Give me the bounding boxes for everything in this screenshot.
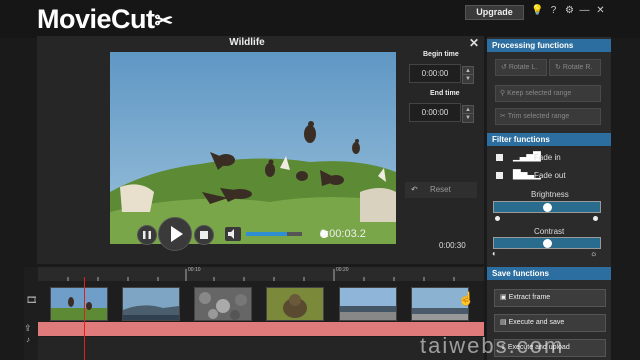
cursor-hand-icon: ☝ <box>458 291 475 306</box>
reset-label: Reset <box>429 185 451 194</box>
minimize-icon[interactable]: — <box>578 4 591 17</box>
extract-frame-label: Extract frame <box>508 294 551 301</box>
end-time-down[interactable]: ▼ <box>462 113 474 123</box>
upload-track-icon: ⇪ <box>24 323 32 333</box>
volume-icon[interactable] <box>225 227 241 241</box>
film-icon: 🎞 <box>26 295 38 305</box>
rotate-left-label: Rotate L. <box>508 64 538 71</box>
brightness-slider[interactable] <box>493 201 601 213</box>
contrast-low-icon: ◐ <box>492 249 497 258</box>
video-title: Wildlife <box>229 37 265 48</box>
thumbnail-5[interactable] <box>339 287 397 321</box>
fade-out-checkbox[interactable] <box>496 172 503 179</box>
begin-time-down[interactable]: ▼ <box>462 74 474 84</box>
rotate-left-icon: ↺ <box>501 64 507 71</box>
gear-icon[interactable]: ⚙ <box>563 4 576 17</box>
thumbnail-1[interactable] <box>50 287 108 321</box>
trim-selected-button[interactable]: ✂ Trim selected range <box>495 108 601 125</box>
brightness-low-icon <box>495 216 500 221</box>
contrast-knob[interactable] <box>543 239 552 248</box>
pause-icon <box>143 231 151 239</box>
extra-track <box>38 337 484 360</box>
fade-out-label: Fade out <box>534 171 566 180</box>
save-icon: ▤ <box>500 319 507 326</box>
audio-track[interactable] <box>38 322 484 336</box>
execute-save-label: Execute and save <box>508 319 565 326</box>
audio-icon: ♪ <box>26 335 30 344</box>
fade-in-checkbox[interactable] <box>496 154 503 161</box>
reset-button[interactable]: ↶ Reset <box>405 182 477 198</box>
reset-icon: ↶ <box>411 185 418 194</box>
help-icon[interactable]: ? <box>547 4 560 17</box>
brightness-knob[interactable] <box>543 203 552 212</box>
rotate-left-button[interactable]: ↺ Rotate L. <box>495 59 547 76</box>
begin-time-input[interactable]: 0:00:00 <box>409 64 461 83</box>
brightness-high-icon <box>593 216 598 221</box>
preview-panel: Wildlife ✕ Begin time 0:00:00 ▲ ▼ End ti… <box>37 36 484 264</box>
end-time-input[interactable]: 0:00:00 <box>409 103 461 122</box>
scissors-trim-icon: ✂ <box>500 113 506 120</box>
functions-panel: Processing functions ↺ Rotate L. ↻ Rotat… <box>487 37 611 360</box>
play-button[interactable] <box>158 217 192 251</box>
thumbnail-4[interactable] <box>266 287 324 321</box>
app-name: MovieCut <box>37 4 155 34</box>
execute-save-button[interactable]: ▤ Execute and save <box>494 314 606 332</box>
scissors-icon: ✂ <box>154 8 173 33</box>
timeline-mark-20: 00:20 <box>336 267 349 273</box>
timeline-ruler <box>38 267 484 281</box>
extract-frame-button[interactable]: ▣ Extract frame <box>494 289 606 307</box>
keep-selected-label: Keep selected range <box>507 90 572 97</box>
video-frame <box>110 52 396 244</box>
timeline-panel: 00:10 00:20 🎞 ⇪ ♪ ☝ <box>24 267 484 360</box>
close-preview-icon[interactable]: ✕ <box>469 36 479 50</box>
rotate-right-button[interactable]: ↻ Rotate R. <box>549 59 601 76</box>
thumbnail-2[interactable] <box>122 287 180 321</box>
volume-level <box>246 232 287 236</box>
pin-icon: ⚲ <box>500 90 506 97</box>
current-time: 0:00:03.2 <box>320 228 366 240</box>
keep-selected-button[interactable]: ⚲ Keep selected range <box>495 85 601 102</box>
total-time: 0:00:30 <box>439 241 466 250</box>
pause-button[interactable] <box>137 225 157 245</box>
app-logo: MovieCut✂ <box>37 4 173 35</box>
stop-button[interactable] <box>194 225 214 245</box>
fade-in-label: Fade in <box>534 153 561 162</box>
frame-icon: ▣ <box>500 294 507 301</box>
playhead[interactable] <box>84 277 85 360</box>
begin-time-label: Begin time <box>423 51 459 58</box>
play-icon <box>171 226 183 242</box>
upgrade-button[interactable]: Upgrade <box>465 5 524 20</box>
contrast-high-icon: ☼ <box>590 249 598 258</box>
bulb-icon[interactable]: 💡 <box>531 4 544 17</box>
filter-header: Filter functions <box>487 133 611 146</box>
timeline-mark-10: 00:10 <box>188 267 201 273</box>
contrast-slider[interactable] <box>493 237 601 249</box>
stop-icon <box>200 231 208 239</box>
close-icon[interactable]: ✕ <box>594 4 607 17</box>
trim-selected-label: Trim selected range <box>507 113 570 120</box>
end-time-label: End time <box>430 90 460 97</box>
brightness-label: Brightness <box>531 190 569 199</box>
volume-slider[interactable] <box>246 232 302 236</box>
contrast-label: Contrast <box>534 227 565 236</box>
rotate-right-icon: ↻ <box>555 64 561 71</box>
thumbnail-3[interactable] <box>194 287 252 321</box>
wildlife-scene <box>110 52 396 244</box>
save-header: Save functions <box>487 267 611 280</box>
processing-header: Processing functions <box>487 39 611 52</box>
rotate-right-label: Rotate R. <box>562 64 593 71</box>
watermark: taiwebs.com <box>420 333 565 358</box>
